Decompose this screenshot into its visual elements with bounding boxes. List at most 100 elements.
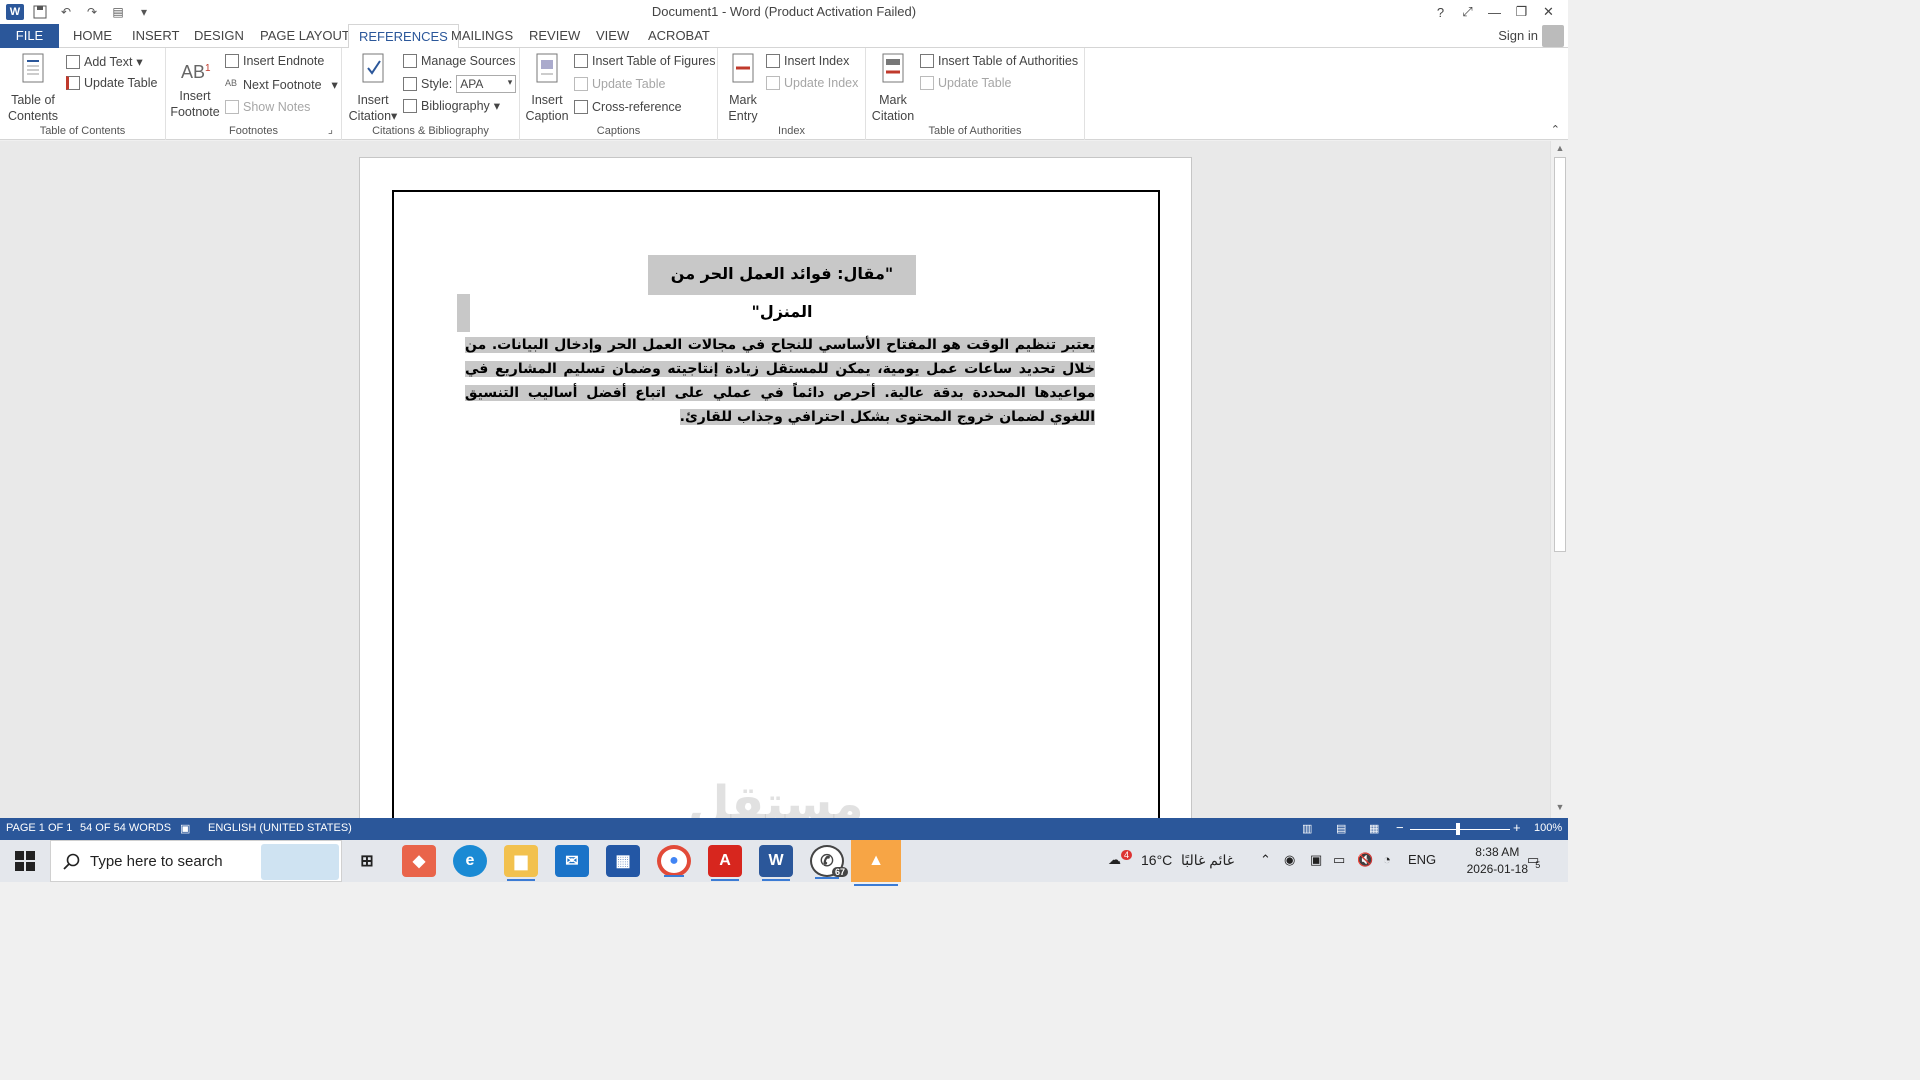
insert-index-button[interactable]: Insert Index — [766, 54, 849, 68]
group-table-of-authorities: Mark Citation Insert Table of Authoritie… — [866, 48, 1085, 140]
proofing-icon[interactable]: ▣ — [180, 822, 190, 835]
document-page[interactable]: "مقال: فوائد العمل الحر من المنزل" يعتبر… — [359, 157, 1192, 850]
insert-footnote-button[interactable]: AB1 Insert Footnote — [168, 52, 222, 120]
insert-table-of-authorities-button[interactable]: Insert Table of Authorities — [920, 54, 1078, 68]
group-citations: Insert Citation▾ Manage Sources Style: AP… — [342, 48, 520, 140]
search-icon — [63, 853, 80, 870]
photos-app-icon[interactable]: ▲ — [851, 840, 901, 886]
table-of-contents-icon — [22, 53, 44, 83]
tab-page-layout[interactable]: PAGE LAYOUT — [250, 24, 360, 48]
print-layout-icon[interactable]: ▤ — [1336, 822, 1346, 835]
tab-insert[interactable]: INSERT — [122, 24, 189, 48]
mail-icon[interactable]: ✉ — [555, 845, 589, 877]
zoom-level[interactable]: 100% — [1534, 822, 1562, 834]
task-view-icon[interactable]: ⊞ — [350, 845, 384, 877]
windows-start-icon[interactable] — [14, 850, 36, 872]
group-footnotes: AB1 Insert Footnote Insert Endnote AB Nex… — [166, 48, 342, 140]
tab-review[interactable]: REVIEW — [519, 24, 590, 48]
next-footnote-icon: AB — [225, 77, 238, 88]
show-notes-button[interactable]: Show Notes — [225, 100, 310, 114]
ribbon-display-button[interactable]: ⤢ — [1454, 2, 1481, 22]
mark-citation-button[interactable]: Mark Citation — [870, 52, 916, 124]
collapse-ribbon-icon[interactable]: ⌃ — [1551, 123, 1560, 136]
group-label: Table of Contents — [39, 125, 126, 137]
acrobat-icon[interactable]: A — [708, 845, 742, 881]
zoom-out-button[interactable]: − — [1396, 820, 1404, 835]
language-status[interactable]: ENGLISH (UNITED STATES) — [208, 822, 352, 834]
system-clock[interactable]: 8:38 AM 2026-01-18 — [1467, 844, 1528, 878]
tab-acrobat[interactable]: ACROBAT — [638, 24, 720, 48]
weather-icon[interactable]: ☁ 4 — [1108, 850, 1133, 868]
read-mode-icon[interactable]: ▥ — [1302, 822, 1312, 835]
zoom-in-button[interactable]: + — [1513, 820, 1521, 835]
scroll-down-icon[interactable]: ▼ — [1551, 802, 1569, 816]
edge-icon[interactable]: e — [453, 845, 487, 877]
style-dropdown[interactable]: APA — [456, 75, 517, 93]
copilot-icon[interactable]: ◆ — [402, 845, 436, 877]
update-captions-table-button[interactable]: Update Table — [574, 77, 665, 91]
bibliography-button[interactable]: Bibliography ▾ — [403, 98, 500, 113]
insert-endnote-button[interactable]: Insert Endnote — [225, 54, 324, 68]
scroll-up-icon[interactable]: ▲ — [1551, 143, 1569, 157]
word-icon[interactable]: W — [759, 845, 793, 881]
next-footnote-button[interactable]: AB Next Footnote ▾ — [225, 77, 338, 93]
show-hidden-icons-icon[interactable]: ⌃ — [1260, 852, 1271, 868]
scrollbar-thumb[interactable] — [1554, 157, 1566, 552]
group-table-of-contents: Table of Contents Add Text ▾ Update Table… — [0, 48, 166, 140]
word-count[interactable]: 54 OF 54 WORDS — [80, 822, 171, 834]
file-explorer-icon[interactable]: ▆ — [504, 845, 538, 881]
weather-temp[interactable]: 16°C — [1141, 852, 1172, 868]
insert-caption-button[interactable]: Insert Caption — [522, 52, 572, 124]
bibliography-icon — [403, 98, 417, 113]
caption-icon — [536, 53, 558, 83]
notifications-icon[interactable]: ▭5 — [1527, 852, 1544, 870]
avatar[interactable] — [1542, 25, 1564, 47]
input-language[interactable]: ENG — [1408, 852, 1436, 867]
table-of-contents-button[interactable]: Table of Contents — [4, 52, 62, 124]
document-heading[interactable]: "مقال: فوائد العمل الحر من المنزل" — [648, 255, 916, 321]
whatsapp-icon[interactable]: ✆ 67 — [810, 845, 848, 879]
chrome-icon[interactable]: ● — [657, 845, 691, 877]
update-table-icon — [920, 76, 934, 90]
manage-sources-button[interactable]: Manage Sources — [403, 54, 516, 68]
mark-entry-icon — [732, 53, 754, 83]
update-table-button[interactable]: Update Table — [66, 76, 157, 90]
mark-entry-button[interactable]: Mark Entry — [720, 52, 766, 124]
page-count[interactable]: PAGE 1 OF 1 — [6, 822, 72, 834]
record-icon[interactable]: ◉ — [1284, 852, 1295, 868]
sign-in-link[interactable]: Sign in — [1498, 28, 1538, 43]
store-icon[interactable]: ▦ — [606, 845, 640, 877]
tab-file[interactable]: FILE — [0, 24, 59, 48]
tab-design[interactable]: DESIGN — [184, 24, 254, 48]
battery-icon[interactable]: ▭ — [1333, 852, 1345, 868]
vertical-scrollbar[interactable]: ▲ ▼ — [1550, 141, 1568, 818]
insert-table-of-figures-button[interactable]: Insert Table of Figures — [574, 54, 715, 68]
dialog-launcher-icon[interactable]: ⌟ — [328, 123, 333, 136]
document-paragraph[interactable]: يعتبر تنظيم الوقت هو المفتاح الأساسي للن… — [465, 333, 1095, 429]
update-index-button[interactable]: Update Index — [766, 76, 858, 90]
close-button[interactable]: ✕ — [1535, 2, 1562, 22]
group-label: Index — [778, 125, 805, 137]
web-layout-icon[interactable]: ▦ — [1369, 822, 1379, 835]
empty-line-selection — [457, 294, 470, 332]
weather-text[interactable]: غائم غالبًا — [1181, 852, 1234, 869]
tab-view[interactable]: VIEW — [586, 24, 639, 48]
update-authorities-table-button[interactable]: Update Table — [920, 76, 1011, 90]
cross-reference-button[interactable]: Cross-reference — [574, 100, 682, 114]
restore-button[interactable]: ❐ — [1508, 2, 1535, 22]
tab-home[interactable]: HOME — [63, 24, 122, 48]
minimize-button[interactable]: — — [1481, 2, 1508, 22]
help-button[interactable]: ? — [1427, 2, 1454, 22]
volume-muted-icon[interactable]: 🔇 — [1357, 852, 1373, 868]
style-selector[interactable]: Style: APA — [403, 75, 517, 93]
taskbar-search[interactable]: Type here to search — [50, 840, 342, 882]
zoom-slider-thumb[interactable] — [1456, 823, 1460, 835]
add-text-button[interactable]: Add Text ▾ — [66, 54, 143, 69]
update-table-icon — [66, 76, 80, 90]
insert-citation-button[interactable]: Insert Citation▾ — [348, 52, 398, 124]
tab-mailings[interactable]: MAILINGS — [441, 24, 523, 48]
camera-icon[interactable]: ▣ — [1310, 852, 1322, 868]
zoom-slider[interactable] — [1410, 829, 1510, 830]
group-label: Citations & Bibliography — [372, 125, 489, 137]
wifi-icon[interactable]: ◔ — [1383, 852, 1391, 867]
